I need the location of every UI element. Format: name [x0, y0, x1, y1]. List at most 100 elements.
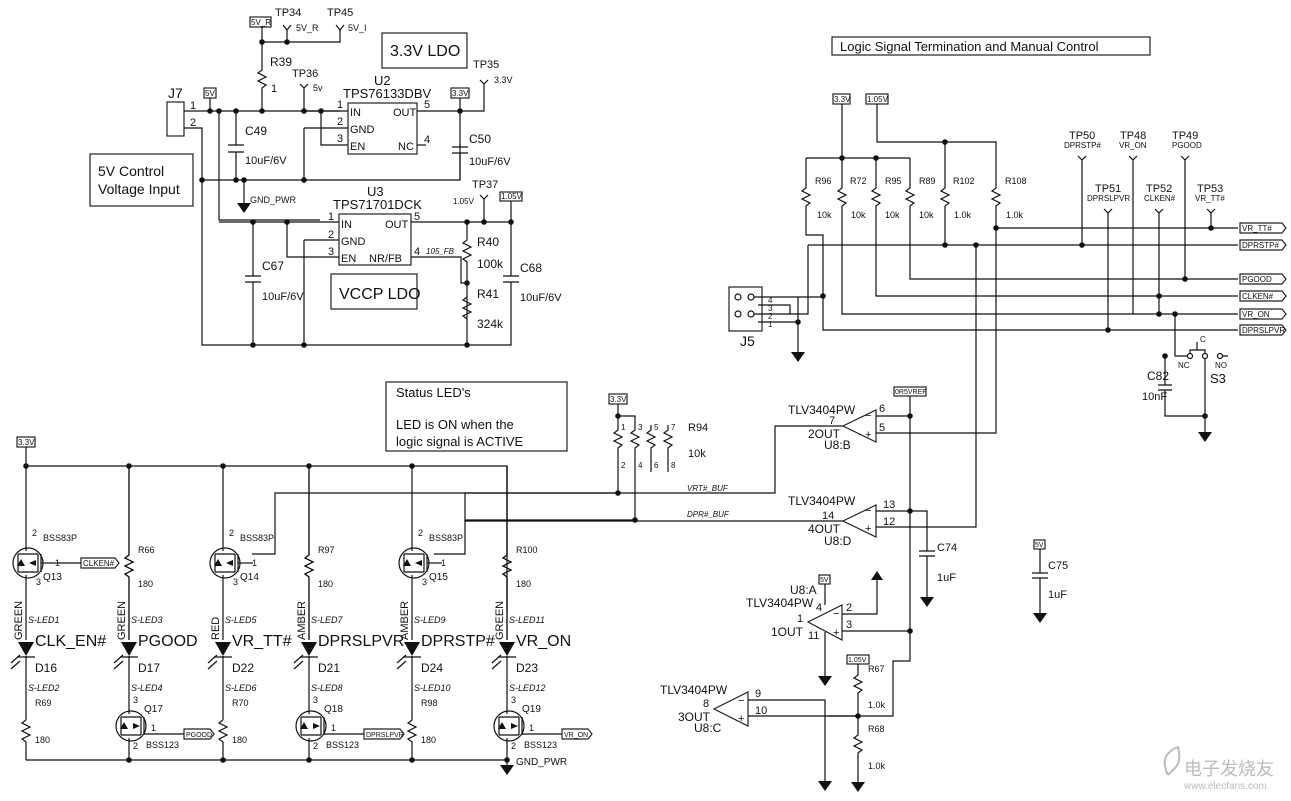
c49-ref: C49	[245, 124, 267, 138]
u3-pin2: 2	[328, 229, 334, 241]
note-3v3-ldo-text: 3.3V LDO	[390, 43, 460, 60]
logic-testpoints: TP50 DPRSTP# TP48 VR_ON TP49 PGOOD TP51 …	[1064, 130, 1225, 333]
dpr-buf-label: DPR#_BUF	[687, 510, 730, 519]
r70-ref: R70	[232, 698, 249, 708]
r70-value: 180	[232, 735, 247, 745]
led-pin-k-2: S-LED4	[131, 683, 163, 693]
u3-part: TPS71701DCK	[333, 197, 422, 212]
c74-ref: C74	[937, 542, 957, 554]
flag-5v-1: 5V	[205, 89, 215, 98]
u2-part: TPS76133DBV	[343, 86, 431, 101]
q17-net: PGOOD	[186, 732, 212, 739]
q19-pin-s: 2	[511, 741, 516, 751]
flag-5v-r: 5V_R	[251, 18, 271, 27]
j5-pin1: 1	[768, 320, 773, 329]
led-column-4: R97 180 AMBER S-LED7 DPRSLPVR D21 S-LED8 DPRSLP…	[293, 466, 405, 760]
tp45-ref: TP45	[327, 7, 353, 19]
u8b-minus: −	[865, 410, 871, 422]
u8a-pin-vcc: 4	[816, 602, 822, 614]
led-pin-k-4: S-LED8	[311, 683, 343, 693]
led-ref-4: D21	[318, 661, 340, 675]
u3-pin-in: IN	[341, 219, 352, 231]
r72-value: 10k	[851, 210, 866, 220]
q17-pin-s: 2	[133, 741, 138, 751]
u3-pin3: 3	[328, 246, 334, 258]
led-ref-6: D23	[516, 661, 538, 675]
flag-3v3-2: 3.3V	[834, 95, 851, 104]
r41-ref: R41	[477, 287, 499, 301]
r94-pin1: 1	[621, 423, 626, 432]
r39-value: 1	[271, 83, 277, 95]
c67-ref: C67	[262, 259, 284, 273]
u2-pin1: 1	[337, 99, 343, 111]
note-5v-control-line2: Voltage Input	[98, 181, 180, 197]
u3-pin5: 5	[414, 211, 420, 223]
vrt-buf-label: VRT#_BUF	[687, 484, 729, 493]
tp51-net: DPRSLPVR	[1087, 194, 1130, 203]
tp49-net: PGOOD	[1172, 141, 1202, 150]
led-column-6: R100 180 GREEN S-LED11 VR_ON D23 S-LED12 VR_ON 3…	[491, 466, 593, 760]
tp53-net: VR_TT#	[1195, 194, 1225, 203]
led-signal-5: DPRSTP#	[421, 633, 495, 650]
r66-ref: R66	[138, 545, 155, 555]
tp37-net: 1.05V	[453, 197, 475, 206]
r108-value: 1.0k	[1006, 210, 1024, 220]
r94-pin5: 5	[654, 423, 659, 432]
tp50-net: DPRSTP#	[1064, 141, 1101, 150]
tp45-net: 5V_I	[348, 23, 367, 33]
flag-5v-4: 5V	[820, 577, 829, 584]
j7-pin1: 1	[190, 100, 196, 112]
u3-pin-nrfb: NR/FB	[369, 253, 402, 265]
j5-ref: J5	[740, 333, 755, 349]
led-pin-a-6: S-LED11	[509, 615, 545, 625]
u8b-pin-pos: 5	[879, 422, 885, 434]
u2-pin2: 2	[337, 116, 343, 128]
tp35-ref: TP35	[473, 59, 499, 71]
q18-net: DPRSLPVR	[366, 732, 404, 739]
note-status-line2: LED is ON when the	[396, 417, 514, 432]
q14-pin-d: 3	[233, 577, 238, 587]
r96-ref: R96	[815, 176, 832, 186]
watermark-line2: www.elecfans.com	[1183, 781, 1267, 792]
q13-pin-s: 2	[32, 528, 37, 538]
c82-value: 10nF	[1142, 391, 1167, 403]
c49-value: 10uF/6V	[245, 155, 287, 167]
led-d21-symbol	[301, 642, 317, 656]
u8b-pin-neg: 6	[879, 403, 885, 415]
u8a-minus: −	[833, 608, 839, 620]
u8d-pin-out: 14	[822, 510, 834, 522]
q13-part: BSS83P	[43, 533, 77, 543]
offpage-vr-on-label: VR_ON	[1242, 310, 1270, 319]
led-signal-1: CLK_EN#	[35, 633, 106, 650]
c50-ref: C50	[469, 132, 491, 146]
led-color-4: AMBER	[296, 601, 308, 640]
r66-value: 180	[138, 579, 153, 589]
r40-value: 100k	[477, 257, 504, 271]
u8a-part: TLV3404PW	[746, 596, 814, 610]
r89-value: 10k	[919, 210, 934, 220]
flag-1v05-3: 1.05V	[848, 657, 867, 664]
led-columns: 2 BSS83P1Q133CLKEN#GREEN S-LED1CLK_EN#D16S…	[10, 466, 593, 760]
tp36-net: 5v	[313, 83, 323, 93]
q17-part: BSS123	[146, 740, 179, 750]
note-status-line1: Status LED's	[396, 385, 471, 400]
c74-value: 1uF	[937, 572, 956, 584]
note-status-line3: logic signal is ACTIVE	[396, 434, 523, 449]
tp52-net: CLKEN#	[1144, 194, 1176, 203]
u8d-plus: +	[865, 523, 871, 535]
u2-pin5: 5	[424, 99, 430, 111]
flag-vref: 0R5VREF	[895, 389, 927, 396]
tp35-net: 3.3V	[494, 75, 513, 85]
led-d16-symbol	[18, 642, 34, 656]
u8c-part: TLV3404PW	[660, 683, 728, 697]
c75-ref: C75	[1048, 560, 1068, 572]
u8a-pin-out: 1	[797, 613, 803, 625]
u8a-out-label: 1OUT	[771, 625, 804, 639]
c68-value: 10uF/6V	[520, 292, 562, 304]
fb-net-label: 105_FB	[426, 247, 455, 256]
u8b-unit: U8:B	[824, 438, 851, 452]
connector-j7	[166, 101, 185, 137]
q19-pin-d: 3	[511, 695, 516, 705]
u2-pin-in: IN	[350, 107, 361, 119]
u2-pin-gnd: GND	[350, 124, 375, 136]
